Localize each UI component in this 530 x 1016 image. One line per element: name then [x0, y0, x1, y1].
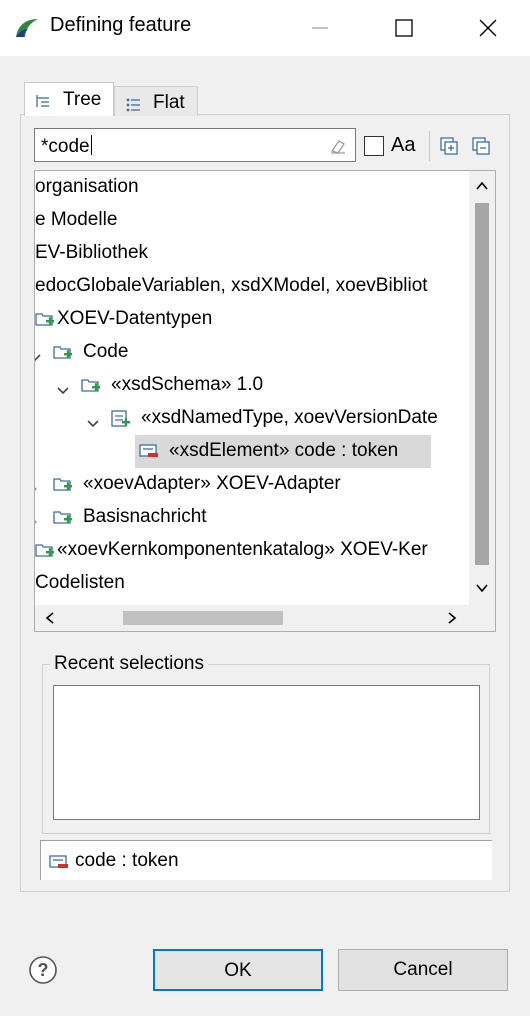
tree-row[interactable]: Codelisten	[35, 567, 469, 600]
tree-row[interactable]: «xsdSchema» 1.0	[35, 369, 469, 402]
tree-row[interactable]: Code	[35, 336, 469, 369]
tree-row[interactable]: «xoevAdapter» XOEV-Adapter	[35, 468, 469, 501]
scroll-left-icon[interactable]	[45, 612, 55, 624]
tree-row-label: «xoevKernkomponentenkatalog» XOEV-Ker	[57, 539, 428, 560]
tree-row-label: Code	[83, 341, 129, 362]
vertical-scrollbar-thumb[interactable]	[475, 203, 489, 565]
match-case-checkbox[interactable]	[364, 136, 384, 156]
scroll-corner	[469, 605, 495, 631]
tree-row-label: EV-Bibliothek	[35, 242, 149, 263]
search-text: *code	[41, 135, 92, 157]
tree-row-label: «xsdSchema» 1.0	[111, 374, 264, 395]
tree-row[interactable]: «xoevKernkomponentenkatalog» XOEV-Ker	[35, 534, 469, 567]
search-input[interactable]: *code	[34, 128, 356, 162]
scroll-up-icon[interactable]	[476, 181, 488, 191]
package-icon	[53, 344, 73, 366]
tree-row[interactable]: e Modelle	[35, 204, 469, 237]
tab-tree-label: Tree	[63, 89, 102, 110]
tree-row[interactable]: «xsdElement» code : token	[35, 435, 469, 468]
tree-row-label: e Modelle	[35, 209, 118, 230]
chevron-right-icon[interactable]	[35, 512, 39, 534]
package-icon	[53, 509, 73, 531]
attribute-icon	[49, 854, 69, 876]
help-icon[interactable]: ?	[28, 955, 58, 985]
toolbar-separator	[429, 131, 430, 161]
selection-label: code : token	[75, 850, 179, 871]
package-icon	[35, 311, 55, 333]
tree-row-label: organisation	[35, 176, 139, 197]
tree-body: organisation e Modelle EV-Bibliothek edocGl…	[35, 171, 469, 605]
attribute-icon	[139, 443, 159, 465]
close-icon	[479, 19, 497, 37]
chevron-down-icon[interactable]	[57, 380, 69, 402]
package-icon	[53, 476, 73, 498]
tree-row[interactable]: EV-Bibliothek	[35, 237, 469, 270]
tree-row-label: «xsdElement» code : token	[169, 440, 399, 461]
ok-button[interactable]: OK	[153, 949, 323, 991]
maximize-button[interactable]	[374, 0, 434, 56]
minimize-icon	[312, 27, 328, 29]
window-title: Defining feature	[50, 14, 192, 36]
recent-selections-list[interactable]	[53, 685, 480, 820]
tree-row[interactable]: edocGlobaleVariablen, xsdXModel, xoevBib…	[35, 270, 469, 303]
tree-row-label: XOEV-Datentypen	[57, 308, 213, 329]
tab-flat-label: Flat	[153, 92, 185, 113]
tree-view[interactable]: organisation e Modelle EV-Bibliothek edocGl…	[34, 170, 496, 632]
tree-row-label: edocGlobaleVariablen, xsdXModel, xoevBib…	[35, 275, 428, 296]
tree-row[interactable]: XOEV-Datentypen	[35, 303, 469, 336]
vertical-scrollbar[interactable]	[469, 171, 495, 605]
horizontal-scrollbar[interactable]	[35, 605, 469, 631]
tab-flat[interactable]: Flat	[114, 86, 198, 116]
collapse-all-icon[interactable]	[472, 137, 490, 161]
match-case-label: Aa	[391, 134, 416, 156]
tab-tree[interactable]: Tree	[24, 82, 114, 116]
tree-row-label: «xoevAdapter» XOEV-Adapter	[83, 473, 341, 494]
maximize-icon	[395, 19, 413, 37]
class-icon	[111, 410, 131, 434]
tree-row-label: «xsdNamedType, xoevVersionDate	[141, 407, 438, 428]
scroll-down-icon[interactable]	[476, 583, 488, 593]
expand-all-icon[interactable]	[440, 137, 458, 161]
chevron-down-icon[interactable]	[87, 413, 99, 435]
svg-text:?: ?	[38, 960, 49, 980]
close-button[interactable]	[458, 0, 518, 56]
scroll-right-icon[interactable]	[447, 612, 457, 624]
recent-selections-label: Recent selections	[50, 653, 208, 675]
chevron-down-icon[interactable]	[35, 347, 41, 369]
tree-row-label: Codelisten	[35, 572, 125, 593]
tree-row-label: Basisnachricht	[83, 506, 207, 527]
minimize-button[interactable]	[290, 0, 350, 56]
package-icon	[35, 542, 55, 564]
flat-list-icon	[125, 97, 141, 119]
title-bar: Defining feature	[0, 0, 530, 56]
horizontal-scrollbar-thumb[interactable]	[123, 611, 283, 625]
tree-row[interactable]: organisation	[35, 171, 469, 204]
eclipse-app-icon	[12, 15, 40, 47]
chevron-right-icon[interactable]	[35, 479, 39, 501]
tree-row[interactable]: «xsdNamedType, xoevVersionDate	[35, 402, 469, 435]
tree-view-icon	[35, 93, 51, 115]
cancel-button[interactable]: Cancel	[338, 949, 508, 991]
eraser-icon[interactable]	[329, 137, 347, 161]
package-icon	[81, 377, 101, 399]
selection-field: code : token	[40, 840, 492, 880]
tree-row[interactable]: Basisnachricht	[35, 501, 469, 534]
